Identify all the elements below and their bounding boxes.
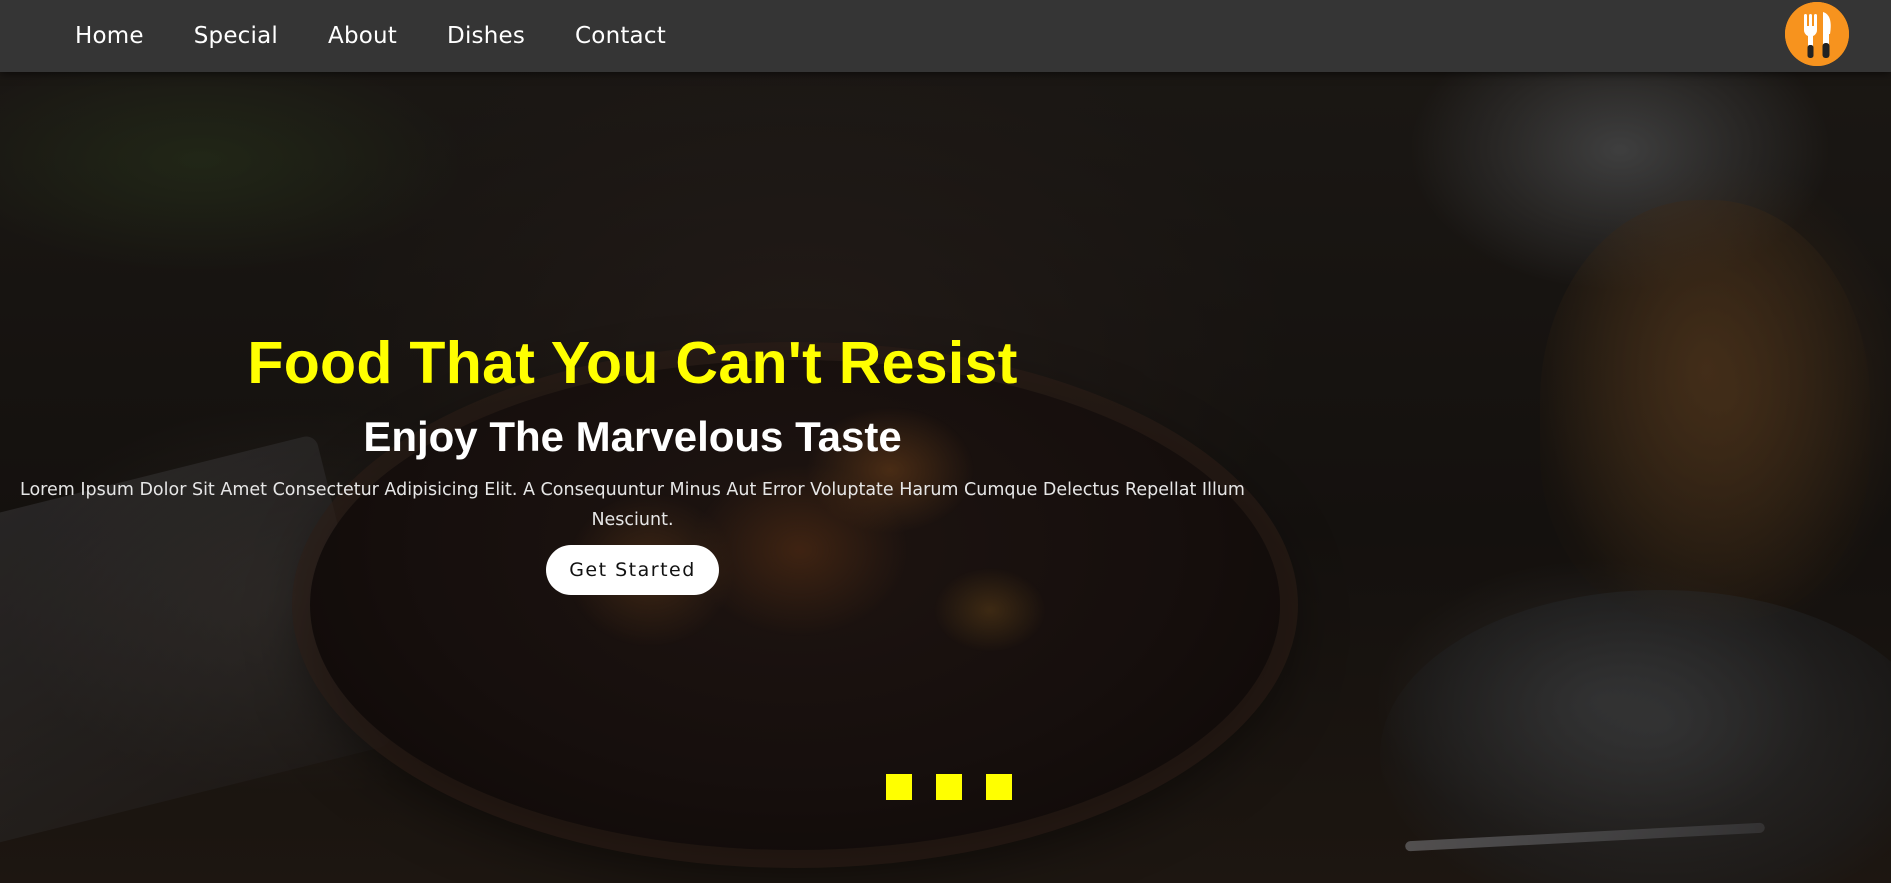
hero-description: Lorem Ipsum Dolor Sit Amet Consectetur A… — [20, 480, 1245, 530]
nav-link-dishes[interactable]: Dishes — [447, 23, 525, 49]
nav-item-dishes: Dishes — [447, 23, 525, 49]
slider-dot-2[interactable] — [936, 774, 962, 800]
navbar: Home Special About Dishes Contact — [0, 0, 1891, 72]
nav-link-special[interactable]: Special — [194, 23, 278, 49]
nav-links: Home Special About Dishes Contact — [75, 0, 666, 72]
logo-button[interactable] — [1785, 2, 1849, 66]
hero-subtitle: Enjoy The Marvelous Taste — [363, 413, 902, 460]
slider-dots — [886, 774, 1012, 800]
nav-item-special: Special — [194, 23, 278, 49]
hero-content: Food That You Can't Resist Enjoy The Mar… — [20, 325, 1245, 595]
get-started-button[interactable]: Get Started — [546, 545, 719, 595]
nav-link-contact[interactable]: Contact — [575, 23, 666, 49]
fork-knife-icon — [1785, 2, 1849, 66]
slider-dot-3[interactable] — [986, 774, 1012, 800]
slider-dot-1[interactable] — [886, 774, 912, 800]
nav-item-home: Home — [75, 23, 144, 49]
nav-item-contact: Contact — [575, 23, 666, 49]
nav-link-about[interactable]: About — [328, 23, 397, 49]
nav-link-home[interactable]: Home — [75, 23, 144, 49]
hero-title: Food That You Can't Resist — [247, 330, 1018, 396]
nav-item-about: About — [328, 23, 397, 49]
